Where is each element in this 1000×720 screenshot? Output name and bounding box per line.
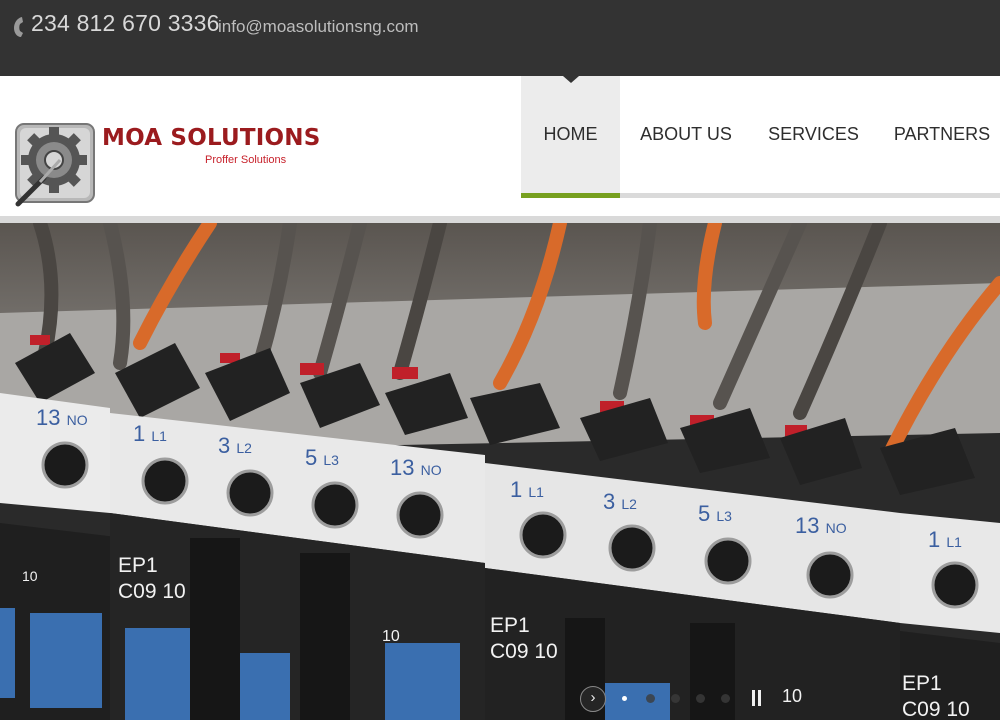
aux-label: 10 — [782, 686, 803, 706]
rating-label: C09 10 — [490, 640, 558, 663]
rating-label: C09 10 — [118, 580, 186, 603]
nav-item-about-us[interactable]: ABOUT US — [631, 76, 741, 193]
slider-controls: › — [580, 686, 780, 712]
slider-dot[interactable] — [646, 694, 655, 703]
terminal-label: L2 — [621, 496, 637, 512]
nav-item-label: SERVICES — [768, 124, 859, 144]
slider-dot[interactable] — [622, 696, 627, 701]
aux-label: 10 — [382, 628, 400, 645]
model-label: EP1 — [490, 614, 530, 637]
terminal-label: L1 — [151, 428, 167, 444]
terminal-label: L3 — [716, 508, 732, 524]
contact-bar: 234 812 670 3336 info@moasolutionsng.com — [0, 0, 1000, 76]
slider-dot[interactable] — [696, 694, 705, 703]
model-label: EP1 — [902, 672, 942, 695]
nav-item-services[interactable]: SERVICES — [761, 76, 866, 193]
chevron-right-icon[interactable]: › — [580, 686, 606, 712]
terminal-label: L1 — [946, 534, 962, 550]
terminal-label: L2 — [236, 440, 252, 456]
nav-item-home[interactable]: HOME — [521, 76, 620, 193]
terminal-label: NO — [66, 412, 88, 428]
nav-item-partners[interactable]: PARTNERS — [887, 76, 997, 193]
nav-item-label: PARTNERS — [893, 124, 991, 144]
terminal-number: 13 — [390, 455, 415, 480]
terminal-number: 1 — [510, 477, 523, 502]
slider-dot[interactable] — [721, 694, 730, 703]
terminal-number: 3 — [218, 433, 231, 458]
brand-name[interactable]: MOA SOLUTIONS — [102, 125, 320, 151]
email-link[interactable]: info@moasolutionsng.com — [218, 17, 419, 37]
main-nav: HOME ABOUT US SERVICES PARTNERS — [521, 76, 1000, 200]
terminal-number: 1 — [928, 527, 941, 552]
terminal-number: 13 — [36, 405, 61, 430]
terminal-number: 5 — [698, 501, 711, 526]
terminal-number: 3 — [603, 489, 616, 514]
terminal-label: NO — [825, 520, 847, 536]
header-divider — [0, 216, 1000, 223]
brand-tagline: Proffer Solutions — [205, 154, 287, 166]
nav-item-label: ABOUT US — [640, 124, 732, 144]
rating-label: C09 10 — [902, 698, 970, 720]
nav-active-indicator — [521, 193, 620, 198]
nav-item-label: HOME — [543, 124, 598, 144]
phone-icon — [14, 17, 23, 37]
slider-dot[interactable] — [671, 694, 680, 703]
phone-number: 234 812 670 3336 — [31, 10, 220, 36]
gear-icon[interactable] — [10, 120, 100, 210]
terminal-label: L3 — [323, 452, 339, 468]
terminal-number: 5 — [305, 445, 318, 470]
aux-label: 10 — [22, 568, 38, 584]
terminal-label: NO — [420, 462, 442, 478]
terminal-label: L1 — [528, 484, 544, 500]
model-label: EP1 — [118, 554, 158, 577]
hero-slider[interactable]: 13 NO 1 L1 3 L2 5 L3 13 NO 1 L1 3 L2 5 L — [0, 223, 1000, 720]
site-header: MOA SOLUTIONS Proffer Solutions HOME ABO… — [0, 76, 1000, 222]
pause-icon[interactable] — [752, 690, 762, 706]
terminal-number: 1 — [133, 421, 146, 446]
terminal-number: 13 — [795, 513, 820, 538]
